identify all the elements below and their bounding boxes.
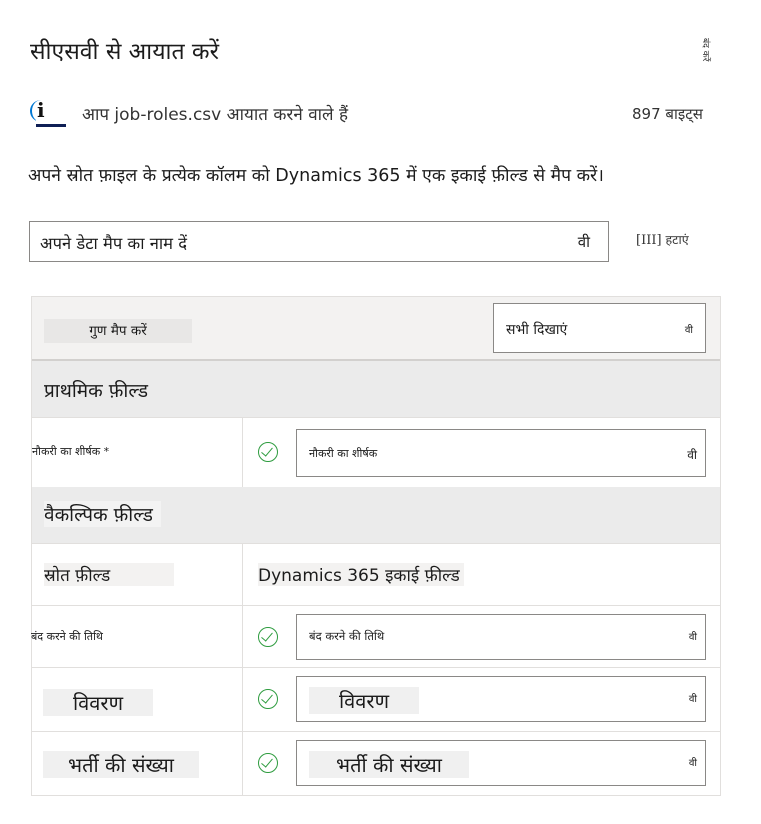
primary-fields-heading: प्राथमिक फ़ील्ड: [44, 380, 149, 402]
field-mapping-row: नौकरी का शीर्षक * नौकरी का शीर्षक वी: [32, 417, 720, 488]
source-column-header: स्रोत फ़ील्ड: [44, 563, 174, 586]
source-field-label: नौकरी का शीर्षक *: [32, 445, 110, 458]
data-map-name-dropdown[interactable]: अपने डेटा मैप का नाम दें वी: [29, 221, 609, 262]
target-field-value: बंद करने की तिथि: [309, 629, 385, 643]
primary-fields-section: प्राथमिक फ़ील्ड: [32, 359, 720, 419]
chevron-down-icon: वी: [577, 233, 590, 251]
check-icon: [258, 689, 278, 709]
target-field-value: भर्ती की संख्या: [309, 751, 469, 778]
remove-label: हटाएं: [665, 232, 689, 247]
optional-fields-heading: वैकल्पिक फ़ील्ड: [44, 501, 161, 527]
file-import-message: आप job-roles.csv आयात करने वाले हैं: [82, 105, 349, 125]
field-mapping-row: विवरण विवरण वी: [32, 667, 720, 731]
target-field-dropdown[interactable]: नौकरी का शीर्षक वी: [296, 429, 706, 477]
check-icon: [258, 442, 278, 462]
check-icon: [258, 753, 278, 773]
field-mapping-row: भर्ती की संख्या भर्ती की संख्या वी: [32, 731, 720, 795]
file-size: 897 बाइट्स: [632, 105, 703, 123]
remove-data-map-button[interactable]: [III] हटाएं: [636, 231, 689, 248]
chevron-down-icon: वी: [687, 448, 697, 462]
column-headers-row: स्रोत फ़ील्ड Dynamics 365 इकाई फ़ील्ड: [32, 543, 720, 605]
chevron-down-icon: वी: [688, 758, 697, 769]
mapping-instruction: अपने स्रोत फ़ाइल के प्रत्येक कॉलम को Dyn…: [28, 166, 604, 186]
dialog-title: सीएसवी से आयात करें: [30, 39, 219, 65]
target-field-dropdown[interactable]: भर्ती की संख्या वी: [296, 740, 706, 786]
chevron-down-icon: वी: [688, 694, 697, 705]
source-field-label: विवरण: [43, 689, 153, 716]
target-field-value: नौकरी का शीर्षक: [309, 447, 378, 460]
delete-icon: [III]: [636, 233, 662, 248]
chevron-down-icon: वी: [688, 632, 697, 643]
close-button[interactable]: बंद करें: [700, 38, 710, 61]
map-attributes-label: गुण मैप करें: [44, 319, 192, 343]
target-field-dropdown[interactable]: बंद करने की तिथि वी: [296, 614, 706, 660]
check-icon: [258, 627, 278, 647]
show-filter-dropdown[interactable]: सभी दिखाएं वी: [493, 303, 706, 353]
data-map-name-placeholder: अपने डेटा मैप का नाम दें: [40, 234, 188, 253]
source-field-label: भर्ती की संख्या: [43, 751, 199, 778]
target-field-value: विवरण: [309, 687, 419, 714]
optional-fields-section: वैकल्पिक फ़ील्ड: [32, 487, 720, 543]
show-filter-value: सभी दिखाएं: [506, 322, 568, 338]
target-column-header: Dynamics 365 इकाई फ़ील्ड: [258, 563, 464, 586]
map-attributes-header: गुण मैप करें सभी दिखाएं वी: [32, 297, 720, 359]
chevron-down-icon: वी: [684, 325, 693, 336]
info-icon: i: [30, 98, 66, 127]
source-field-label: बंद करने की तिथि: [31, 630, 103, 643]
field-mapping-row: बंद करने की तिथि बंद करने की तिथि वी: [31, 605, 720, 667]
field-mapping-panel: गुण मैप करें सभी दिखाएं वी प्राथमिक फ़ील…: [31, 296, 721, 796]
target-field-dropdown[interactable]: विवरण वी: [296, 676, 706, 722]
